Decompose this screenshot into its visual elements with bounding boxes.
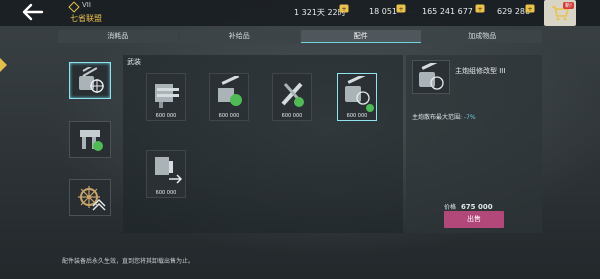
tab-consumables[interactable]: 消耗品	[58, 30, 178, 43]
equipped-check-icon	[366, 104, 374, 112]
item-price: 600 000	[218, 113, 240, 119]
price-row: 价格 675 000	[444, 202, 493, 211]
detail-stat: 主炮散布最大范围: -7%	[412, 112, 476, 121]
rank-icon	[68, 1, 80, 13]
module-item[interactable]: 600 000	[146, 73, 186, 121]
module-item[interactable]: 600 000	[272, 73, 312, 121]
svg-text:+: +	[477, 6, 482, 13]
turret-range-icon	[419, 63, 444, 90]
section-title: 武装	[127, 58, 141, 66]
category-tabs: 消耗品 补给品 配件 加成物品	[58, 30, 542, 43]
currency-2: 165 241 677	[422, 7, 473, 16]
time-left: 1 321天 22时	[294, 8, 346, 17]
category-armament[interactable]	[69, 62, 111, 99]
cannon-mod-icon	[155, 84, 179, 108]
currency-1: 18 051	[369, 7, 397, 16]
detail-item-name: 主炮组修改型 III	[455, 67, 506, 75]
item-price: 600 000	[155, 190, 177, 196]
doubloon-icon[interactable]: +	[396, 4, 406, 13]
fleet-name[interactable]: 七省联盟	[70, 13, 102, 24]
premium-icon[interactable]: +	[339, 4, 349, 13]
item-price: 600 000	[346, 113, 368, 119]
stat-value: -7%	[463, 114, 476, 121]
price-value: 675 000	[460, 203, 493, 211]
detail-item-icon	[412, 60, 450, 94]
weapon-turret-icon	[79, 67, 104, 93]
stat-label: 主炮散布最大范围:	[412, 114, 463, 121]
price-label: 价格	[444, 204, 457, 211]
item-price: 600 000	[281, 113, 303, 119]
category-engine[interactable]	[69, 121, 111, 158]
footer-note: 配件装备后永久生效，直到您将其卸载出售为止。	[62, 258, 195, 265]
reload-icon	[155, 157, 183, 184]
free-xp-icon[interactable]: +	[525, 4, 535, 13]
credits-icon[interactable]: +	[475, 4, 485, 13]
tab-modules[interactable]: 配件	[301, 30, 421, 43]
item-price: 600 000	[155, 113, 177, 119]
svg-text:+: +	[341, 6, 346, 13]
svg-text:+: +	[527, 6, 532, 13]
side-expand-icon[interactable]	[0, 58, 7, 72]
turret-rotation-icon	[218, 76, 242, 106]
tools-icon	[281, 82, 304, 107]
back-arrow-icon[interactable]	[22, 3, 44, 21]
rank-label: VII	[82, 1, 91, 9]
module-item[interactable]: 600 000	[209, 73, 249, 121]
sell-button[interactable]: 出售	[444, 211, 504, 228]
screen-root: VII 七省联盟 1 321天 22时 + 18 051 + 165 241 6…	[0, 0, 600, 279]
new-badge: 新!	[563, 2, 575, 9]
svg-text:+: +	[398, 6, 403, 13]
engine-icon	[80, 130, 103, 151]
category-steering[interactable]	[69, 179, 111, 216]
tab-supplies[interactable]: 补给品	[179, 30, 299, 43]
module-item[interactable]: 600 000	[146, 150, 186, 198]
tab-boosts[interactable]: 加成物品	[422, 30, 542, 43]
module-item-selected[interactable]: 600 000	[337, 73, 377, 121]
top-bar: VII 七省联盟 1 321天 22时 + 18 051 + 165 241 6…	[0, 0, 600, 26]
helm-wheel-icon	[78, 186, 106, 211]
